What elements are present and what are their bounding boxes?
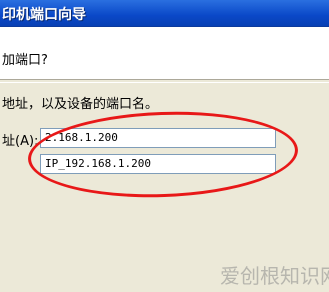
ip-address-input[interactable]: 2.168.1.200 xyxy=(40,128,276,148)
wizard-header: 加端口? xyxy=(0,27,329,79)
header-divider xyxy=(0,79,329,83)
watermark-text: 爱创根知识网 xyxy=(220,264,329,288)
title-bar: 印机端口向导 xyxy=(0,0,329,27)
window-title: 印机端口向导 xyxy=(2,7,86,23)
ip-address-label: 址(A): xyxy=(2,134,39,149)
port-name-input[interactable]: IP_192.168.1.200 xyxy=(40,154,276,174)
header-question: 加端口? xyxy=(2,53,48,68)
instruction-text: 地址，以及设备的端口名。 xyxy=(2,97,159,112)
